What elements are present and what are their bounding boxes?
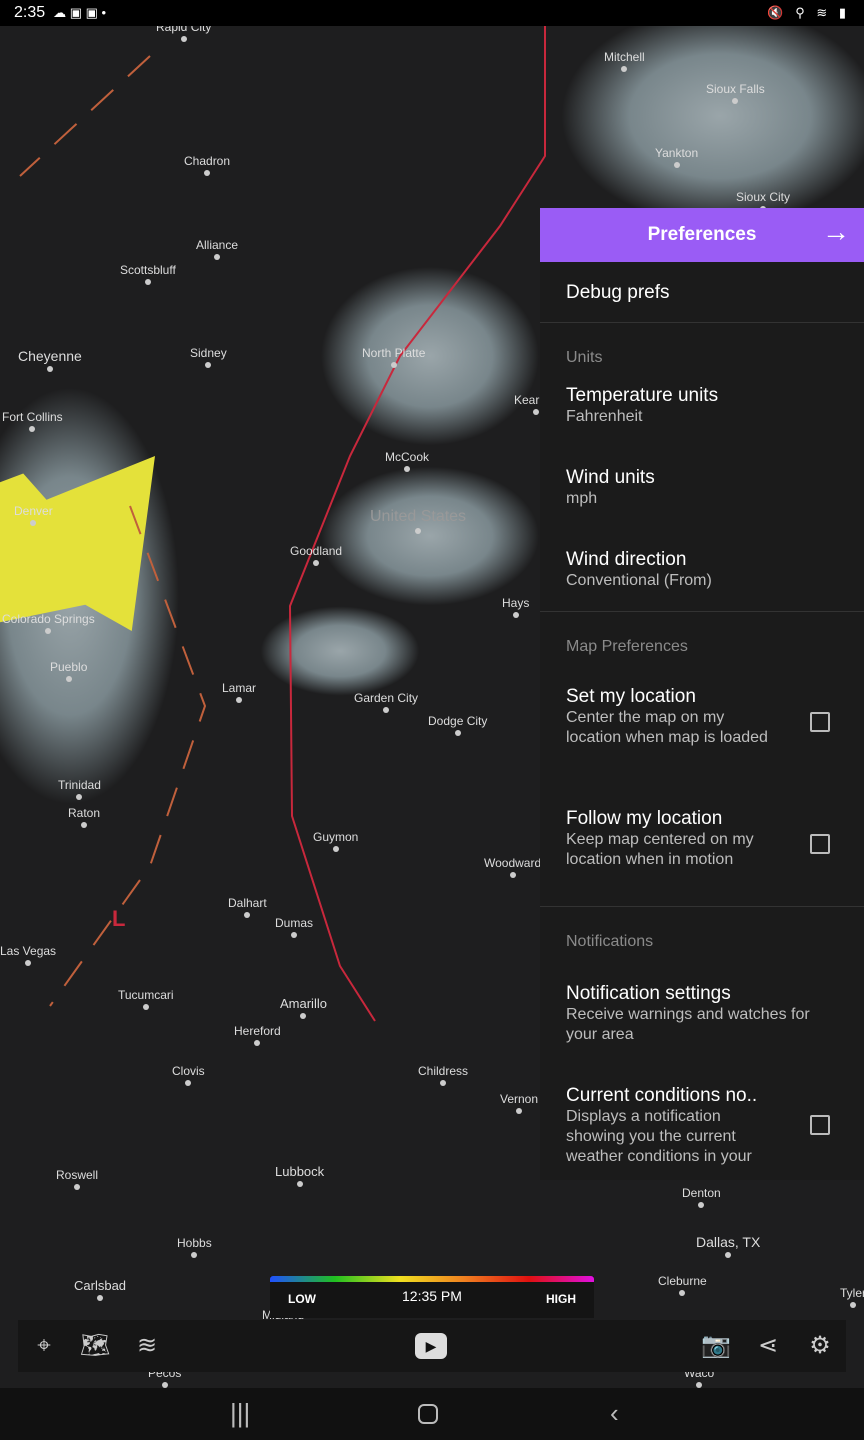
wind-units-item[interactable]: Wind units mph (540, 467, 864, 549)
system-nav-bar: ||| ‹ (0, 1388, 864, 1440)
item-desc: Displays a notification showing you the … (566, 1108, 752, 1165)
item-title: Wind direction (566, 549, 687, 570)
city-label: McCook (385, 450, 429, 472)
item-title: Temperature units (566, 385, 719, 406)
preferences-panel: Preferences → Debug prefs Units Temperat… (540, 208, 864, 1180)
city-label: Chadron (184, 154, 230, 176)
city-label: Yankton (655, 146, 698, 168)
notifications-section: Notifications (566, 933, 654, 950)
item-title: Notification settings (566, 983, 731, 1004)
city-label: Carlsbad (74, 1278, 126, 1301)
city-label: Vernon (500, 1092, 538, 1114)
city-label: Guymon (313, 830, 358, 852)
preferences-header[interactable]: Preferences → (540, 208, 864, 262)
item-title: Wind units (566, 467, 655, 488)
system-icons: 🔇 ⚲ ≋ ▮ (767, 5, 850, 20)
city-label: Rapid City (156, 26, 211, 42)
item-value: Conventional (From) (566, 572, 712, 589)
item-desc: Center the map on my location when map i… (566, 709, 768, 746)
city-label: Lubbock (275, 1164, 324, 1187)
city-label: Mitchell (604, 50, 645, 72)
city-label: Colorado Springs (2, 612, 95, 634)
city-label: Dalhart (228, 896, 267, 918)
play-icon[interactable]: ▶ (415, 1333, 447, 1359)
country-label: United States (370, 508, 466, 534)
city-label: Las Vegas (0, 944, 56, 966)
map-toolbar: ⌖ 🗺 ≋ ▶ 📷 ⋖ ⚙ (18, 1320, 846, 1372)
clock: 2:35 (14, 4, 46, 21)
share-icon[interactable]: ⋖ (752, 1330, 784, 1362)
status-bar: 2:35 ☁ ▣ ▣ • 🔇 ⚲ ≋ ▮ (0, 0, 864, 26)
city-label: Clovis (172, 1064, 205, 1086)
city-label: Dumas (275, 916, 313, 938)
map-preferences-section: Map Preferences (566, 638, 688, 655)
city-label: Hays (502, 596, 529, 618)
city-label: Amarillo (280, 996, 327, 1019)
city-label: Pueblo (50, 660, 87, 682)
item-desc: Receive warnings and watches for your ar… (566, 1006, 810, 1043)
current-conditions-checkbox[interactable] (810, 1115, 830, 1135)
city-label: Fort Collins (2, 410, 63, 432)
radar-timestamp: 12:35 PM (402, 1288, 462, 1304)
city-label: Cheyenne (18, 348, 82, 372)
city-label: Alliance (196, 238, 238, 260)
city-label: Dallas, TX (696, 1234, 760, 1258)
city-label: Tucumcari (118, 988, 174, 1010)
follow-location-item[interactable]: Follow my location Keep map centered on m… (540, 808, 864, 906)
recents-icon[interactable]: ||| (230, 1398, 250, 1429)
city-label: Roswell (56, 1168, 98, 1190)
city-label: North Platte (362, 346, 425, 368)
set-location-item[interactable]: Set my location Center the map on my loca… (540, 686, 864, 808)
notification-icons: ☁ ▣ ▣ • (53, 5, 107, 20)
camera-icon[interactable]: 📷 (700, 1330, 732, 1362)
city-label: Lamar (222, 681, 256, 703)
my-location-icon[interactable]: ⌖ (28, 1330, 60, 1362)
city-label: Denton (682, 1186, 721, 1208)
item-title: Follow my location (566, 808, 723, 829)
city-label: Hereford (234, 1024, 281, 1046)
back-icon[interactable]: ‹ (610, 1398, 619, 1429)
city-label: Scottsbluff (120, 263, 176, 285)
city-label: Cleburne (658, 1274, 707, 1296)
city-label: Dodge City (428, 714, 487, 736)
radar-legend: LOW 12:35 PM HIGH (270, 1276, 594, 1318)
city-label: Denver (14, 504, 53, 526)
city-label: Tyler (840, 1286, 864, 1308)
follow-location-checkbox[interactable] (810, 834, 830, 854)
intensity-color-bar (270, 1276, 594, 1282)
city-label: Trinidad (58, 778, 101, 800)
low-pressure-label: L (112, 906, 126, 931)
city-label: Raton (68, 806, 100, 828)
item-title: Set my location (566, 686, 696, 707)
temperature-units-item[interactable]: Temperature units Fahrenheit (540, 385, 864, 467)
city-label: Hobbs (177, 1236, 212, 1258)
city-label: Woodward (484, 856, 541, 878)
wind-direction-item[interactable]: Wind direction Conventional (From) (540, 549, 864, 611)
item-value: mph (566, 490, 598, 507)
item-value: Fahrenheit (566, 408, 643, 425)
current-conditions-item[interactable]: Current conditions no.. Displays a notifi… (540, 1085, 864, 1165)
units-section: Units (566, 349, 603, 366)
legend-high: HIGH (546, 1292, 576, 1306)
legend-low: LOW (288, 1292, 316, 1306)
debug-prefs-label: Debug prefs (566, 282, 670, 303)
city-label: Goodland (290, 544, 342, 566)
city-label: Sidney (190, 346, 227, 368)
city-label: Sioux Falls (706, 82, 765, 104)
debug-prefs-item[interactable]: Debug prefs (540, 262, 864, 322)
item-title: Current conditions no.. (566, 1085, 758, 1106)
arrow-right-icon[interactable]: → (822, 216, 850, 248)
item-desc: Keep map centered on my location when in… (566, 831, 754, 868)
city-label: Garden City (354, 691, 418, 713)
city-label: Childress (418, 1064, 468, 1086)
gear-icon[interactable]: ⚙ (804, 1330, 836, 1362)
home-icon[interactable] (418, 1404, 438, 1424)
layers-icon[interactable]: ≋ (131, 1330, 163, 1362)
map-icon[interactable]: 🗺 (79, 1330, 111, 1362)
notification-settings-item[interactable]: Notification settings Receive warnings an… (540, 983, 864, 1085)
preferences-title: Preferences (647, 224, 757, 245)
set-location-checkbox[interactable] (810, 712, 830, 732)
